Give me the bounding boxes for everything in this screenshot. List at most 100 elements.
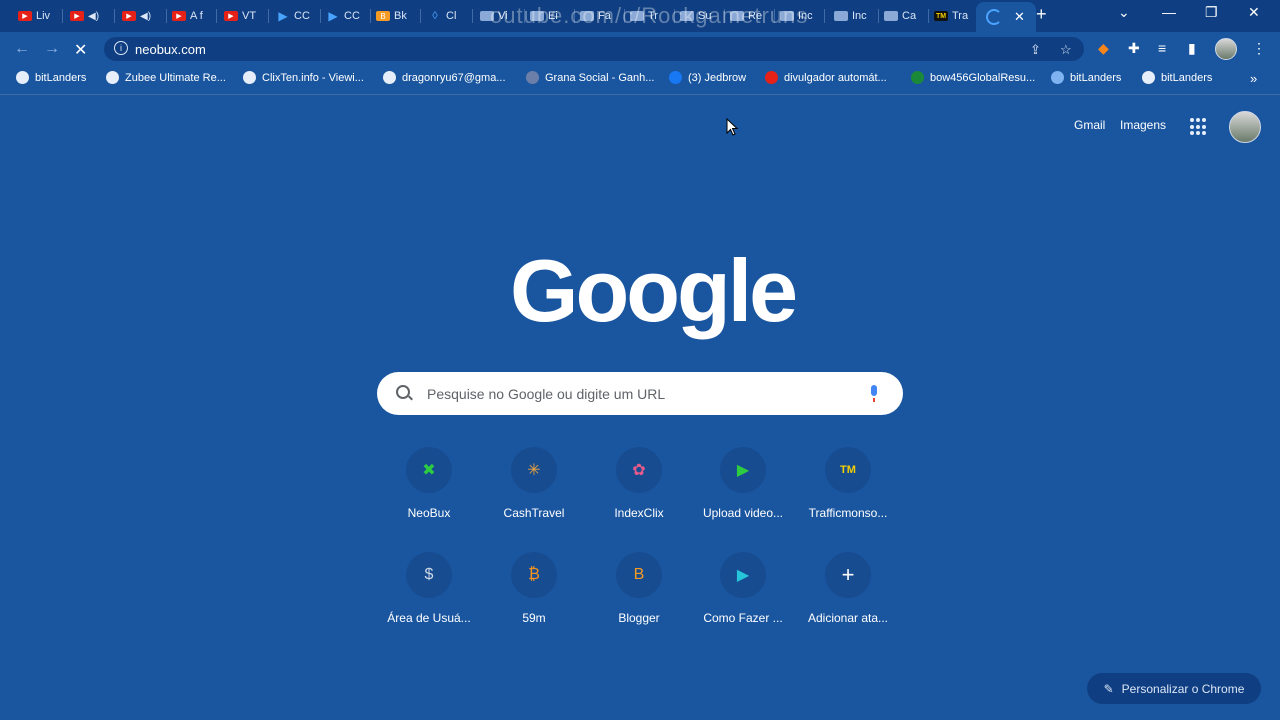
tab-0[interactable]: ▶ Liv (18, 4, 58, 28)
address-bar[interactable]: i neobux.com ⇪ ☆ (104, 37, 1084, 61)
gs-icon (526, 71, 539, 84)
tab-1[interactable]: ▶ ◀) (70, 4, 110, 28)
tab-17[interactable]: Ca (884, 4, 924, 28)
tab-label: Liv (36, 10, 51, 22)
facebook-icon (669, 71, 682, 84)
close-tab-icon[interactable]: ✕ (1014, 9, 1025, 25)
tm-icon: TM (825, 447, 871, 493)
youtube-icon: ▶ (70, 11, 84, 21)
pinwheel-icon (884, 11, 898, 21)
shortcut-tile[interactable]: ▶ Upload video... (691, 447, 795, 520)
media-control-icon[interactable]: ≡ (1158, 40, 1166, 56)
bookmark-label: Zubee Ultimate Re... (125, 71, 226, 84)
blogger-icon: B (616, 552, 662, 598)
bookmark-item[interactable]: bow456GlobalResu... (911, 71, 1035, 84)
gmail-link[interactable]: Gmail (1074, 118, 1105, 132)
extensions-icon[interactable]: ✚ (1128, 40, 1140, 57)
tab-2[interactable]: ▶ ◀) (122, 4, 162, 28)
customize-chrome-button[interactable]: ✎ Personalizar o Chrome (1087, 673, 1261, 704)
shortcut-tile[interactable]: + Adicionar ata... (796, 552, 900, 625)
new-tab-button[interactable]: + (1036, 4, 1047, 25)
images-link[interactable]: Imagens (1120, 118, 1166, 132)
globe-icon (243, 71, 256, 84)
active-tab[interactable]: ✕ (976, 2, 1036, 32)
shortcut-label: CashTravel (503, 506, 565, 520)
bookmarks-overflow-button[interactable]: » (1250, 71, 1257, 86)
bookmark-label: bitLanders (1161, 71, 1213, 84)
tab-6[interactable]: ▶ CC (326, 4, 366, 28)
tab-search-icon[interactable]: ⌄ (1118, 4, 1130, 21)
tab-8[interactable]: ◊ Cl (428, 4, 468, 28)
bookmark-item[interactable]: bitLanders (1051, 71, 1121, 84)
bookmark-item[interactable]: Zubee Ultimate Re... (106, 71, 226, 84)
tab-label: CC (344, 10, 360, 22)
bookmark-item[interactable]: bitLanders (16, 71, 86, 84)
close-window-button[interactable]: ✕ (1248, 4, 1260, 21)
tab-separator (420, 9, 421, 23)
account-avatar[interactable] (1229, 111, 1261, 143)
google-icon (383, 71, 396, 84)
tab-separator (268, 9, 269, 23)
shortcut-tile[interactable]: ✖ NeoBux (377, 447, 481, 520)
minimize-button[interactable]: — (1162, 4, 1176, 20)
tab-16[interactable]: Inc (834, 4, 874, 28)
search-input[interactable] (425, 383, 849, 405)
shortcut-tile[interactable]: ✿ IndexClix (587, 447, 691, 520)
restore-button[interactable]: ❐ (1205, 4, 1218, 21)
shortcut-tile[interactable]: ₿ 59m (482, 552, 586, 625)
google-apps-icon[interactable] (1190, 118, 1208, 136)
shortcut-label: Adicionar ata... (807, 611, 889, 625)
bookmark-label: Grana Social - Ganh... (545, 71, 655, 84)
address-url[interactable]: neobux.com (135, 42, 206, 57)
mouse-cursor-icon (726, 118, 738, 136)
search-box[interactable] (377, 372, 903, 415)
microphone-icon[interactable] (871, 385, 877, 402)
tab-separator (216, 9, 217, 23)
tab-5[interactable]: ▶ CC (276, 4, 316, 28)
tab-3[interactable]: ▶ A f (172, 4, 212, 28)
bookmark-item[interactable]: Grana Social - Ganh... (526, 71, 654, 84)
bookmark-item[interactable]: ClixTen.info - Viewi... (243, 71, 364, 84)
share-icon[interactable]: ⇪ (1030, 42, 1041, 58)
menu-icon[interactable]: ⋮ (1252, 40, 1266, 57)
shortcut-tile[interactable]: ▶ Como Fazer ... (691, 552, 795, 625)
shortcut-label: Upload video... (702, 506, 784, 520)
tab-separator (370, 9, 371, 23)
shortcut-tile[interactable]: ✳ CashTravel (482, 447, 586, 520)
speaker-icon[interactable]: ◀) (140, 11, 151, 22)
shortcut-label: IndexClix (614, 506, 664, 520)
play-icon: ▶ (328, 9, 338, 23)
tab-4[interactable]: ▶ VT (224, 4, 264, 28)
stop-loading-button[interactable]: ✕ (74, 40, 87, 60)
tab-label: Bk (394, 10, 407, 22)
bitcoin-icon: ₿ (511, 552, 557, 598)
metamask-icon[interactable]: ◆ (1098, 40, 1109, 57)
tab-label: Cl (446, 10, 457, 22)
youtube-icon (765, 71, 778, 84)
side-panel-icon[interactable]: ▮ (1188, 40, 1196, 57)
bookmark-item[interactable]: (3) Jedbrow (669, 71, 746, 84)
bookmark-item[interactable]: divulgador automát... (765, 71, 887, 84)
shortcut-tile[interactable]: TM Trafficmonso... (796, 447, 900, 520)
info-icon[interactable]: i (114, 41, 128, 55)
bookmark-item[interactable]: bitLanders (1142, 71, 1212, 84)
tab-18[interactable]: TM Tra (934, 4, 974, 28)
tab-separator (878, 9, 879, 23)
tab-label: Inc (852, 10, 867, 22)
shortcut-tile[interactable]: $ Área de Usuá... (377, 552, 481, 625)
pencil-icon: ✎ (1103, 681, 1114, 696)
profile-avatar[interactable] (1215, 38, 1237, 60)
forward-button[interactable]: → (44, 40, 60, 58)
tab-separator (928, 9, 929, 23)
speaker-icon[interactable]: ◀) (88, 11, 99, 22)
bookmark-item[interactable]: dragonryu67@gma... (383, 71, 506, 84)
pinwheel-icon: ✳ (511, 447, 557, 493)
back-button[interactable]: ← (14, 40, 30, 58)
tab-7[interactable]: B Bk (376, 4, 416, 28)
youtube-icon: ▶ (172, 11, 186, 21)
bookmark-star-icon[interactable]: ☆ (1060, 42, 1072, 58)
play-icon: ▶ (278, 9, 288, 23)
shortcut-tile[interactable]: B Blogger (587, 552, 691, 625)
tab-separator (114, 9, 115, 23)
tab-label: A f (190, 10, 203, 22)
